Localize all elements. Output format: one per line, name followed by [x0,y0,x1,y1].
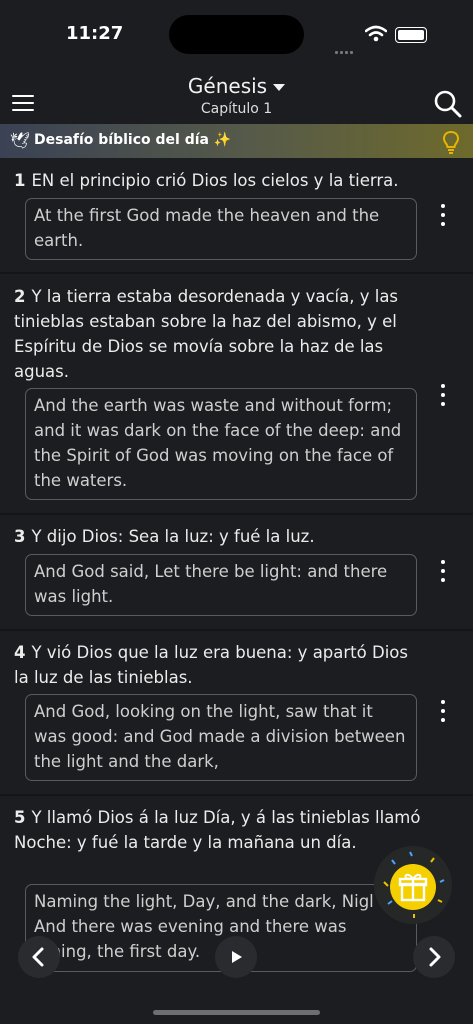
more-vertical-icon [441,560,445,564]
verse-item[interactable]: 2Y la tierra estaba desordenada y vacía,… [0,274,473,515]
book-selector[interactable]: Génesis [0,74,473,98]
verse-item[interactable]: 1 EN el principio crió Dios los cielos y … [0,158,473,274]
daily-challenge-label: Desafío bíblico del día ✨ [34,132,232,148]
cellular-signal-icon [335,39,357,54]
more-vertical-icon [441,700,445,704]
daily-challenge-banner[interactable]: 🕊 Desafío bíblico del día ✨ [0,124,473,158]
search-icon[interactable] [433,89,463,119]
lightbulb-icon[interactable] [441,130,461,154]
gift-button[interactable] [374,846,452,924]
verse-text: EN el principio crió Dios los cielos y l… [31,171,399,190]
status-time: 11:27 [66,23,124,44]
chevron-left-icon [32,947,44,967]
translation-box: At the first God made the heaven and the… [25,198,417,260]
battery-icon [395,27,427,43]
book-title: Génesis [187,74,268,98]
play-audio-button[interactable] [215,936,257,978]
app-header: Génesis Capítulo 1 [0,66,473,124]
chapter-label[interactable]: Capítulo 1 [0,101,473,117]
more-options-button[interactable] [436,204,450,228]
more-vertical-icon [441,204,445,208]
play-icon [232,951,242,963]
verse-text: Y vió Dios que la luz era buena: y apart… [14,643,408,687]
dropdown-caret-icon [273,84,286,91]
translation-box: And the earth was waste and without form… [25,388,417,500]
verse-number: 5 [14,808,26,827]
home-indicator[interactable] [153,1010,320,1015]
chevron-right-icon [429,947,441,967]
verse-text: Y la tierra estaba desordenada y vacía, … [14,287,399,381]
status-bar: 11:27 [0,0,473,66]
more-vertical-icon [441,384,445,388]
next-chapter-button[interactable] [413,936,455,978]
dynamic-island [169,15,304,54]
verse-number: 3 [14,527,26,546]
wifi-icon [365,25,387,42]
verse-number: 1 [14,171,26,190]
dove-icon: 🕊 [10,131,31,150]
verse-item[interactable]: 3Y dijo Dios: Sea la luz: y fué la luz. … [0,515,473,631]
verse-item[interactable]: 4Y vió Dios que la luz era buena: y apar… [0,631,473,796]
verse-text: Y dijo Dios: Sea la luz: y fué la luz. [31,527,315,546]
translation-box: And God, looking on the light, saw that … [25,694,417,781]
verse-text: Y llamó Dios á la luz Día, y á las tinie… [14,808,421,852]
previous-chapter-button[interactable] [18,936,60,978]
more-options-button[interactable] [436,700,450,724]
gift-icon [398,873,428,902]
verse-number: 2 [14,287,26,306]
translation-box: And God said, Let there be light: and th… [25,554,417,616]
more-options-button[interactable] [436,384,450,408]
more-options-button[interactable] [436,560,450,584]
verse-number: 4 [14,643,26,662]
